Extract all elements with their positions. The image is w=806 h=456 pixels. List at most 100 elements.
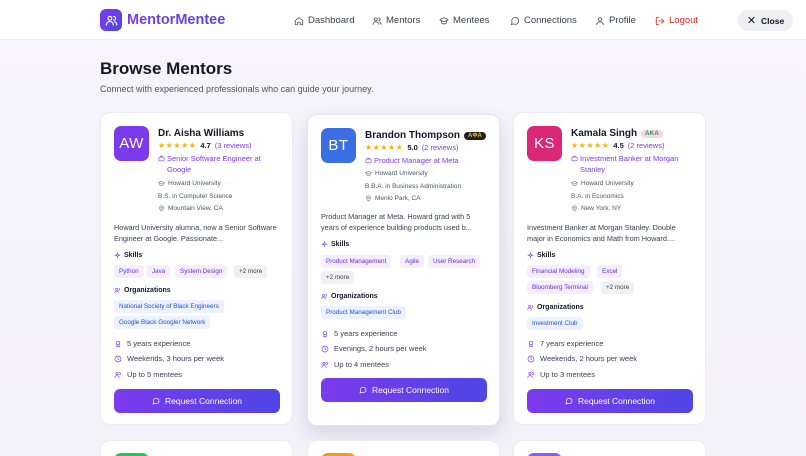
reviews-link[interactable]: (2 reviews): [628, 141, 665, 150]
request-connection-label: Request Connection: [577, 396, 656, 406]
experience: 5 years experience: [321, 329, 397, 338]
home-icon: [294, 16, 304, 25]
skills-label-text: Skills: [537, 252, 556, 259]
organizations-label-text: Organizations: [537, 304, 584, 311]
message-circle-icon: [359, 386, 367, 394]
request-connection-button[interactable]: Request Connection: [321, 378, 487, 402]
users-icon: [372, 16, 382, 25]
close-button[interactable]: ✕ Close: [738, 10, 793, 31]
organization-chip: Investment Club: [527, 317, 583, 330]
request-connection-label: Request Connection: [371, 385, 450, 395]
star-rating-icon: ★★★★★: [571, 141, 610, 150]
degree: B.S. in Computer Science: [158, 193, 233, 200]
organizations-label-text: Organizations: [331, 293, 378, 300]
more-skills-chip[interactable]: +2 more: [234, 265, 268, 278]
capacity: Up to 5 mentees: [114, 370, 182, 379]
availability: Weekends, 2 hours per week: [527, 354, 637, 363]
organization-chip: Product Management Club: [321, 306, 406, 319]
page-title: Browse Mentors: [100, 59, 233, 78]
organizations-label: Organizations: [114, 287, 171, 294]
clock-icon: [321, 345, 329, 352]
organizations-label: Organizations: [527, 304, 584, 311]
reviews-link[interactable]: (2 reviews): [422, 143, 459, 152]
graduation-cap-icon: [439, 16, 449, 24]
users-icon: [321, 361, 328, 368]
briefcase-icon: [365, 157, 372, 164]
users-icon: [321, 294, 327, 299]
skills-label: Skills: [114, 252, 142, 259]
nav-dashboard[interactable]: Dashboard: [294, 14, 354, 27]
experience-text: 7 years experience: [540, 339, 604, 348]
rating-value: 4.5: [613, 141, 624, 150]
school: Howard University: [168, 180, 221, 187]
more-skills-chip[interactable]: +2 more: [321, 271, 355, 284]
rating-value: 5.0: [407, 143, 418, 152]
users-icon: [527, 371, 534, 378]
nav-mentors-label: Mentors: [386, 15, 421, 26]
nav-connections[interactable]: Connections: [510, 14, 577, 27]
close-icon: ✕: [746, 15, 757, 27]
avatar: AW: [114, 126, 149, 161]
mentor-role: Product Manager at Meta: [365, 155, 491, 166]
nav-profile[interactable]: Profile: [595, 14, 636, 27]
users-icon: [114, 288, 120, 293]
skills-label-text: Skills: [124, 252, 143, 259]
capacity: Up to 4 mentees: [321, 360, 389, 369]
briefcase-icon: [158, 155, 165, 162]
availability-text: Weekends, 3 hours per week: [127, 354, 224, 363]
mentor-name: Brandon Thompson: [365, 130, 460, 141]
mentor-name: Dr. Aisha Williams: [158, 128, 245, 139]
mentor-card: [100, 440, 293, 456]
organization-chip: Google Black Googler Network: [114, 316, 211, 329]
request-connection-button[interactable]: Request Connection: [527, 389, 693, 413]
reviews-link[interactable]: (3 reviews): [215, 141, 252, 150]
nav-profile-label: Profile: [609, 15, 636, 26]
graduation-cap-icon: [571, 180, 578, 186]
map-pin-icon: [366, 195, 371, 202]
nav-mentors[interactable]: Mentors: [372, 14, 420, 27]
availability: Evenings, 2 hours per week: [321, 344, 427, 353]
skills-label: Skills: [527, 252, 555, 259]
location-line: New York, NY: [571, 205, 621, 212]
user-icon: [596, 16, 604, 25]
more-skills-chip[interactable]: +2 more: [601, 281, 635, 294]
request-connection-button[interactable]: Request Connection: [114, 389, 280, 413]
sorority-badge: AKA: [641, 129, 664, 138]
brand-name: MentorMentee: [127, 12, 226, 28]
availability-text: Evenings, 2 hours per week: [334, 344, 427, 353]
organizations-label-text: Organizations: [124, 287, 171, 294]
nav-logout[interactable]: Logout: [655, 14, 698, 27]
capacity-text: Up to 5 mentees: [127, 370, 183, 379]
mentor-role-text: Senior Software Engineer at Google: [167, 154, 261, 174]
nav-connections-label: Connections: [524, 15, 577, 26]
close-label: Close: [761, 15, 785, 26]
rating: ★★★★★ 4.5 (2 reviews): [571, 141, 664, 150]
degree: B.B.A. in Business Administration: [365, 183, 462, 190]
mentor-role-text: Product Manager at Meta: [374, 156, 459, 165]
clock-icon: [114, 355, 122, 362]
request-connection-label: Request Connection: [164, 396, 243, 406]
nav-mentees-label: Mentees: [453, 15, 490, 26]
message-circle-icon: [565, 397, 573, 405]
clock-icon: [527, 355, 535, 362]
award-icon: [116, 340, 120, 347]
graduation-cap-icon: [158, 180, 165, 186]
brand[interactable]: MentorMentee: [100, 9, 225, 31]
skill-chip: Financial Modeling: [527, 265, 590, 278]
skill-chip: Bloomberg Terminal: [527, 281, 593, 294]
location: New York, NY: [581, 205, 622, 212]
map-pin-icon: [159, 205, 164, 212]
mentor-card: AW Dr. Aisha Williams ★★★★★ 4.7 (3 revie…: [100, 112, 293, 425]
mentor-role-text: Investment Banker at Morgan Stanley: [580, 154, 679, 174]
nav-mentees[interactable]: Mentees: [439, 14, 489, 27]
top-navbar: MentorMentee Dashboard Mentors Mentees C…: [0, 0, 806, 40]
degree: B.A. in Economics: [571, 193, 624, 200]
message-circle-icon: [152, 397, 160, 405]
briefcase-icon: [571, 155, 578, 162]
map-pin-icon: [572, 205, 577, 212]
school: Howard University: [375, 170, 428, 177]
availability: Weekends, 3 hours per week: [114, 354, 224, 363]
experience: 5 years experience: [114, 339, 190, 348]
experience: 7 years experience: [527, 339, 603, 348]
avatar: BT: [321, 128, 356, 163]
